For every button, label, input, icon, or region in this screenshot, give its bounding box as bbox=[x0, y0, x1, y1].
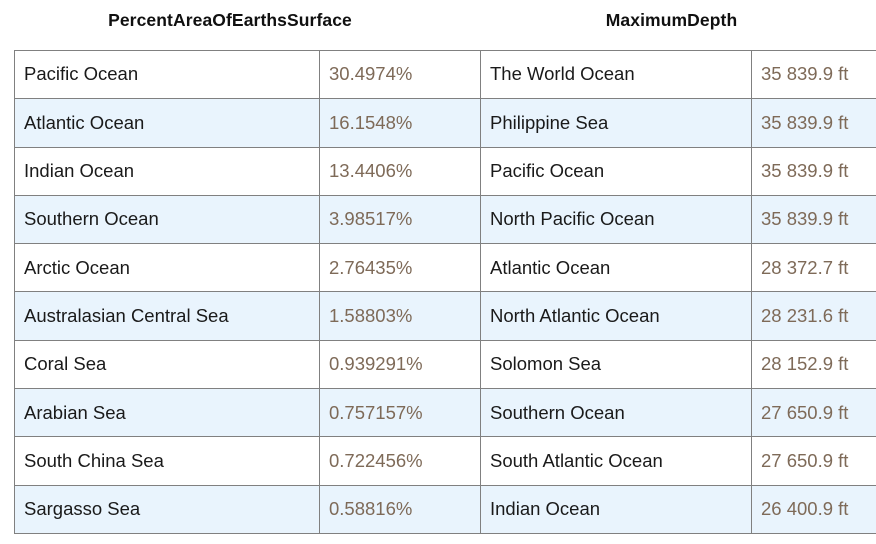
table-row[interactable]: Southern Ocean 27 650.9 ft bbox=[480, 388, 876, 438]
results-page: PercentAreaOfEarthsSurface Pacific Ocean… bbox=[0, 0, 876, 544]
row-value: 0.58816% bbox=[319, 484, 485, 534]
table-row[interactable]: Coral Sea 0.939291% bbox=[14, 339, 485, 390]
row-value: 0.757157% bbox=[319, 388, 485, 438]
table-row[interactable]: Philippine Sea 35 839.9 ft bbox=[480, 98, 876, 148]
table-row[interactable]: Solomon Sea 28 152.9 ft bbox=[480, 339, 876, 390]
table-row[interactable]: Australasian Central Sea 1.58803% bbox=[14, 291, 485, 341]
row-label: Arctic Ocean bbox=[14, 243, 320, 293]
row-label: Atlantic Ocean bbox=[480, 243, 752, 293]
row-value: 27 650.9 ft bbox=[751, 436, 876, 486]
row-label: Australasian Central Sea bbox=[14, 291, 320, 341]
row-label: Coral Sea bbox=[14, 339, 320, 390]
table-row[interactable]: South China Sea 0.722456% bbox=[14, 436, 485, 486]
table-row[interactable]: Southern Ocean 3.98517% bbox=[14, 194, 485, 245]
row-label: Indian Ocean bbox=[480, 484, 752, 534]
row-label: Indian Ocean bbox=[14, 146, 320, 196]
row-value: 26 400.9 ft bbox=[751, 484, 876, 534]
row-value: 0.939291% bbox=[319, 339, 485, 390]
table-row[interactable]: The World Ocean 35 839.9 ft bbox=[480, 49, 876, 100]
row-value: 28 152.9 ft bbox=[751, 339, 876, 390]
row-value: 35 839.9 ft bbox=[751, 194, 876, 245]
panel-maximum-depth: MaximumDepth The World Ocean 35 839.9 ft… bbox=[480, 0, 876, 534]
row-value: 27 650.9 ft bbox=[751, 388, 876, 438]
row-value: 0.722456% bbox=[319, 436, 485, 486]
table-row[interactable]: South Atlantic Ocean 27 650.9 ft bbox=[480, 436, 876, 486]
table-row[interactable]: Atlantic Ocean 16.1548% bbox=[14, 98, 485, 148]
row-label: Arabian Sea bbox=[14, 388, 320, 438]
row-label: The World Ocean bbox=[480, 49, 752, 100]
panel-title-maximum-depth: MaximumDepth bbox=[605, 10, 738, 30]
table-row[interactable]: North Atlantic Ocean 28 231.6 ft bbox=[480, 291, 876, 341]
row-value: 28 372.7 ft bbox=[751, 243, 876, 293]
table-row[interactable]: Arctic Ocean 2.76435% bbox=[14, 243, 485, 293]
table-percent-area-of-earths-surface: Pacific Ocean 30.4974% Atlantic Ocean 16… bbox=[14, 49, 485, 534]
table-maximum-depth: The World Ocean 35 839.9 ft Philippine S… bbox=[480, 49, 876, 534]
panel-percent-area-of-earths-surface: PercentAreaOfEarthsSurface Pacific Ocean… bbox=[14, 0, 485, 534]
row-value: 35 839.9 ft bbox=[751, 49, 876, 100]
table-row[interactable]: Pacific Ocean 30.4974% bbox=[14, 49, 485, 100]
row-value: 30.4974% bbox=[319, 49, 485, 100]
row-label: Atlantic Ocean bbox=[14, 98, 320, 148]
row-label: North Atlantic Ocean bbox=[480, 291, 752, 341]
row-value: 3.98517% bbox=[319, 194, 485, 245]
row-value: 28 231.6 ft bbox=[751, 291, 876, 341]
table-row[interactable]: North Pacific Ocean 35 839.9 ft bbox=[480, 194, 876, 245]
row-label: Sargasso Sea bbox=[14, 484, 320, 534]
row-label: Pacific Ocean bbox=[14, 49, 320, 100]
row-label: Southern Ocean bbox=[480, 388, 752, 438]
row-label: North Pacific Ocean bbox=[480, 194, 752, 245]
table-row[interactable]: Sargasso Sea 0.58816% bbox=[14, 484, 485, 534]
row-label: Southern Ocean bbox=[14, 194, 320, 245]
row-label: Philippine Sea bbox=[480, 98, 752, 148]
row-value: 13.4406% bbox=[319, 146, 485, 196]
row-label: South Atlantic Ocean bbox=[480, 436, 752, 486]
table-row[interactable]: Arabian Sea 0.757157% bbox=[14, 388, 485, 438]
table-row[interactable]: Atlantic Ocean 28 372.7 ft bbox=[480, 243, 876, 293]
row-value: 35 839.9 ft bbox=[751, 98, 876, 148]
row-value: 16.1548% bbox=[319, 98, 485, 148]
row-label: Pacific Ocean bbox=[480, 146, 752, 196]
table-row[interactable]: Indian Ocean 26 400.9 ft bbox=[480, 484, 876, 534]
table-row[interactable]: Indian Ocean 13.4406% bbox=[14, 146, 485, 196]
row-label: Solomon Sea bbox=[480, 339, 752, 390]
row-value: 35 839.9 ft bbox=[751, 146, 876, 196]
row-label: South China Sea bbox=[14, 436, 320, 486]
table-row[interactable]: Pacific Ocean 35 839.9 ft bbox=[480, 146, 876, 196]
row-value: 2.76435% bbox=[319, 243, 485, 293]
row-value: 1.58803% bbox=[319, 291, 485, 341]
panel-title-percent-area-of-earths-surface: PercentAreaOfEarthsSurface bbox=[108, 10, 352, 30]
